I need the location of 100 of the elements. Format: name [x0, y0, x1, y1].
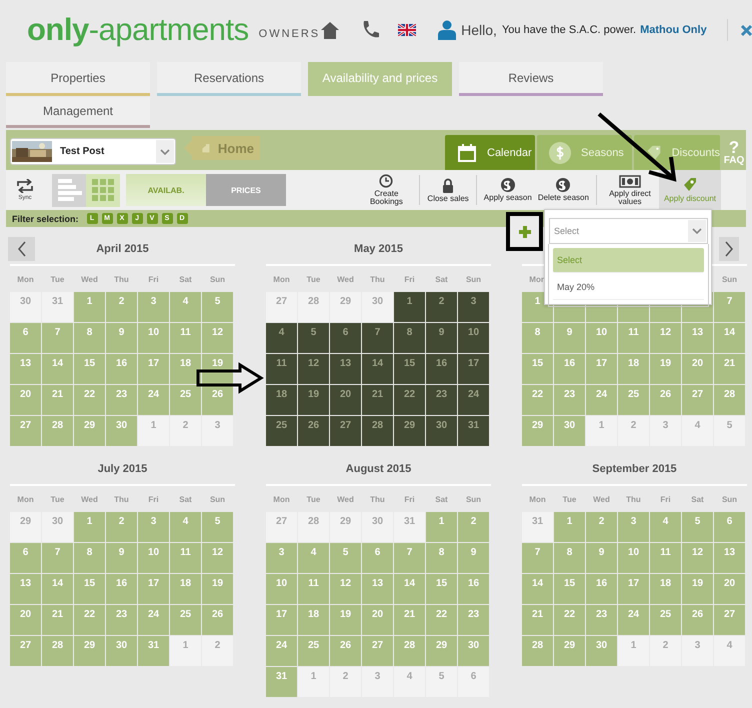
- day-cell[interactable]: 7: [394, 543, 425, 573]
- day-cell[interactable]: 29: [330, 292, 361, 322]
- day-cell[interactable]: 5: [682, 512, 713, 542]
- day-cell[interactable]: 20: [330, 385, 361, 415]
- day-cell[interactable]: 11: [298, 574, 329, 604]
- day-cell[interactable]: 17: [138, 574, 169, 604]
- day-cell[interactable]: 27: [266, 292, 297, 322]
- day-cell[interactable]: 14: [42, 574, 73, 604]
- day-cell[interactable]: 21: [394, 605, 425, 635]
- action-button[interactable]: Close sales: [424, 170, 472, 210]
- day-cell[interactable]: 28: [42, 636, 73, 666]
- day-cell[interactable]: 6: [458, 667, 489, 697]
- day-cell[interactable]: 19: [202, 354, 233, 384]
- day-cell[interactable]: 5: [202, 512, 233, 542]
- day-cell[interactable]: 4: [266, 323, 297, 353]
- day-cell[interactable]: 24: [586, 385, 617, 415]
- day-cell[interactable]: 30: [554, 416, 585, 446]
- day-cell[interactable]: 22: [394, 385, 425, 415]
- discount-select[interactable]: Select: [549, 218, 708, 244]
- day-cell[interactable]: 13: [714, 543, 745, 573]
- day-cell[interactable]: 12: [298, 354, 329, 384]
- nav-tab[interactable]: Management: [6, 97, 150, 128]
- day-cell[interactable]: 16: [458, 574, 489, 604]
- day-cell[interactable]: 8: [554, 543, 585, 573]
- day-cell[interactable]: 29: [10, 512, 41, 542]
- day-cell[interactable]: 10: [618, 543, 649, 573]
- day-cell[interactable]: 16: [106, 354, 137, 384]
- day-cell[interactable]: 1: [170, 636, 201, 666]
- day-cell[interactable]: 24: [618, 605, 649, 635]
- section-tab[interactable]: Seasons: [537, 135, 632, 170]
- day-cell[interactable]: 15: [74, 574, 105, 604]
- day-cell[interactable]: 8: [426, 543, 457, 573]
- day-cell[interactable]: 21: [42, 385, 73, 415]
- day-cell[interactable]: 10: [586, 323, 617, 353]
- day-cell[interactable]: 22: [74, 385, 105, 415]
- day-cell[interactable]: 9: [106, 543, 137, 573]
- day-cell[interactable]: 10: [458, 323, 489, 353]
- day-cell[interactable]: 14: [42, 354, 73, 384]
- day-cell[interactable]: 3: [650, 416, 681, 446]
- day-cell[interactable]: 3: [362, 667, 393, 697]
- day-cell[interactable]: 24: [138, 605, 169, 635]
- day-cell[interactable]: 28: [298, 292, 329, 322]
- grid-view-icon[interactable]: [91, 178, 115, 202]
- day-cell[interactable]: 6: [10, 543, 41, 573]
- day-cell[interactable]: 12: [202, 323, 233, 353]
- action-button[interactable]: Apply direct values: [600, 170, 659, 210]
- day-cell[interactable]: 19: [330, 605, 361, 635]
- day-cell[interactable]: 11: [618, 323, 649, 353]
- day-cell[interactable]: 20: [714, 574, 745, 604]
- day-cell[interactable]: 1: [586, 416, 617, 446]
- day-cell[interactable]: 1: [426, 512, 457, 542]
- day-cell[interactable]: 27: [362, 636, 393, 666]
- day-cell[interactable]: 27: [266, 512, 297, 542]
- day-cell[interactable]: 4: [650, 512, 681, 542]
- day-cell[interactable]: 31: [394, 512, 425, 542]
- day-cell[interactable]: 1: [74, 512, 105, 542]
- day-cell[interactable]: 20: [10, 385, 41, 415]
- day-cell[interactable]: 12: [682, 543, 713, 573]
- day-cell[interactable]: 7: [522, 543, 553, 573]
- day-cell[interactable]: 17: [458, 354, 489, 384]
- day-cell[interactable]: 25: [266, 416, 297, 446]
- property-select[interactable]: Test Post: [10, 138, 176, 165]
- day-cell[interactable]: 14: [522, 574, 553, 604]
- day-cell[interactable]: 2: [106, 512, 137, 542]
- day-cell[interactable]: 24: [266, 636, 297, 666]
- day-cell[interactable]: 18: [170, 354, 201, 384]
- faq-link[interactable]: ? FAQ: [722, 139, 746, 170]
- day-cell[interactable]: 1: [298, 667, 329, 697]
- day-cell[interactable]: 30: [106, 416, 137, 446]
- day-cell[interactable]: 29: [74, 416, 105, 446]
- day-cell[interactable]: 30: [42, 512, 73, 542]
- section-tab[interactable]: Discounts: [634, 135, 720, 170]
- action-button[interactable]: Create Bookings: [357, 170, 416, 210]
- day-cell[interactable]: 8: [74, 543, 105, 573]
- day-cell[interactable]: 2: [426, 292, 457, 322]
- day-cell[interactable]: 22: [554, 605, 585, 635]
- day-cell[interactable]: 30: [426, 416, 457, 446]
- day-cell[interactable]: 4: [298, 543, 329, 573]
- day-cell[interactable]: 18: [266, 385, 297, 415]
- day-cell[interactable]: 22: [74, 605, 105, 635]
- day-cell[interactable]: 25: [618, 385, 649, 415]
- user-name-link[interactable]: Mathou Only: [640, 24, 707, 36]
- day-cell[interactable]: 29: [74, 636, 105, 666]
- day-cell[interactable]: 3: [618, 512, 649, 542]
- day-cell[interactable]: 21: [42, 605, 73, 635]
- day-cell[interactable]: 16: [554, 354, 585, 384]
- day-cell[interactable]: 15: [394, 354, 425, 384]
- day-cell[interactable]: 24: [138, 385, 169, 415]
- day-cell[interactable]: 14: [362, 354, 393, 384]
- day-cell[interactable]: 29: [426, 636, 457, 666]
- day-cell[interactable]: 22: [426, 605, 457, 635]
- day-cell[interactable]: 12: [202, 543, 233, 573]
- dropdown-option[interactable]: Select: [553, 248, 704, 273]
- day-cell[interactable]: 31: [138, 636, 169, 666]
- day-cell[interactable]: 2: [586, 512, 617, 542]
- day-cell[interactable]: 20: [362, 605, 393, 635]
- day-cell[interactable]: 21: [522, 605, 553, 635]
- day-cell[interactable]: 29: [330, 512, 361, 542]
- day-cell[interactable]: 26: [682, 605, 713, 635]
- day-cell[interactable]: 30: [362, 512, 393, 542]
